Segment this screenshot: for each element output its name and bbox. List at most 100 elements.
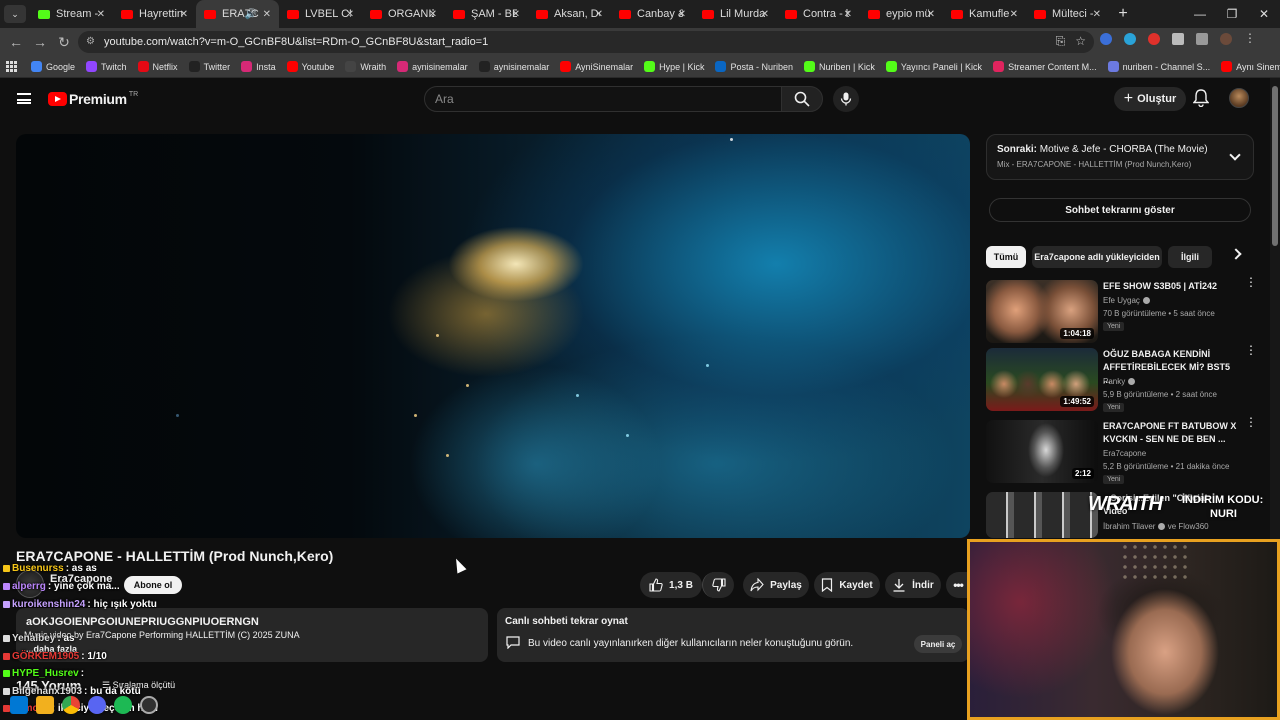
- bookmark-item[interactable]: aynisinemalar: [397, 61, 468, 72]
- menu-icon[interactable]: [17, 93, 31, 104]
- site-info-icon[interactable]: ⚙: [86, 36, 98, 48]
- recommended-video[interactable]: 2:12 ERA7CAPONE FT BATUBOW X KVCKIN - SE…: [986, 416, 1266, 486]
- close-tab-icon[interactable]: ✕: [595, 9, 603, 20]
- video-player[interactable]: [16, 134, 970, 538]
- bookmark-star-icon[interactable]: ☆: [1075, 34, 1086, 49]
- forward-button[interactable]: →: [28, 34, 52, 50]
- search-input[interactable]: Ara: [424, 86, 782, 112]
- browser-tab[interactable]: Hayrettin ✕: [113, 0, 196, 28]
- save-button[interactable]: Kaydet: [814, 572, 880, 598]
- show-chat-replay-button[interactable]: Sohbet tekrarını göster: [989, 198, 1251, 222]
- subscribe-button[interactable]: Abone ol: [124, 576, 182, 594]
- discord-icon[interactable]: [88, 696, 106, 714]
- chip-uploader[interactable]: Era7capone adlı yükleyiciden: [1032, 246, 1162, 268]
- bookmark-item[interactable]: Yayıncı Paneli | Kick: [885, 61, 982, 72]
- extension-shield-icon[interactable]: [1100, 33, 1112, 45]
- bookmark-item[interactable]: Youtube: [286, 61, 334, 72]
- close-tab-icon[interactable]: ✕: [678, 9, 686, 20]
- close-tab-icon[interactable]: ✕: [1093, 9, 1101, 20]
- recommended-video[interactable]: 1:04:18 EFE SHOW S3B05 | ATİ242 Efe Uyga…: [986, 276, 1266, 346]
- close-tab-icon[interactable]: ✕: [761, 9, 769, 20]
- file-explorer-icon[interactable]: [36, 696, 54, 714]
- new-tab-button[interactable]: +: [1109, 5, 1137, 23]
- bookmark-item[interactable]: Nuriben | Kick: [803, 61, 875, 72]
- bookmark-item[interactable]: Streamer Content M...: [993, 61, 1097, 72]
- scrollbar-thumb[interactable]: [1272, 86, 1278, 246]
- bookmark-item[interactable]: Wraith: [345, 61, 386, 72]
- download-button[interactable]: İndir: [885, 572, 941, 598]
- like-button[interactable]: 1,3 B: [640, 572, 702, 598]
- url-bar[interactable]: ⚙ youtube.com/watch?v=m-O_GCnBF8U&list=R…: [78, 31, 1094, 53]
- video-thumbnail[interactable]: 1:04:18: [986, 280, 1098, 343]
- browser-tab[interactable]: Mülteci - ✕: [1026, 0, 1109, 28]
- dislike-button[interactable]: [702, 572, 734, 598]
- bookmark-item[interactable]: Twitter: [188, 61, 230, 72]
- youtube-premium-logo[interactable]: Premium TR: [48, 91, 138, 107]
- close-tab-icon[interactable]: ✕: [429, 9, 437, 20]
- spotify-icon[interactable]: [114, 696, 132, 714]
- browser-tab[interactable]: Aksan, Der✕: [528, 0, 611, 28]
- close-tab-icon[interactable]: ✕: [1010, 9, 1018, 20]
- browser-tab[interactable]: Contra - b ✕: [777, 0, 860, 28]
- video-thumbnail[interactable]: 2:12: [986, 420, 1098, 483]
- close-tab-icon[interactable]: ✕: [844, 9, 852, 20]
- tab-search-button[interactable]: ⌄: [4, 5, 26, 23]
- browser-tab[interactable]: Canbay & ✕: [611, 0, 694, 28]
- obs-icon[interactable]: [140, 696, 158, 714]
- bookmark-item[interactable]: Insta: [241, 61, 276, 72]
- browser-tab[interactable]: LVBEL C5 ✕: [279, 0, 362, 28]
- close-window-button[interactable]: ✕: [1248, 0, 1280, 28]
- close-tab-icon[interactable]: ✕: [927, 9, 935, 20]
- chevron-down-icon[interactable]: [1229, 149, 1241, 161]
- extension-record-icon[interactable]: [1148, 33, 1160, 45]
- browser-tab[interactable]: eypio mü ✕: [860, 0, 943, 28]
- voice-search-button[interactable]: [833, 86, 859, 112]
- more-vertical-icon[interactable]: ⋮: [1245, 344, 1257, 356]
- bookmark-item[interactable]: Hype | Kick: [644, 61, 704, 72]
- browser-tab[interactable]: ORGANIZE✕: [362, 0, 445, 28]
- media-control-icon[interactable]: [1196, 33, 1208, 45]
- bookmark-item[interactable]: aynisinemalar: [478, 61, 549, 72]
- extensions-puzzle-icon[interactable]: [1172, 33, 1184, 45]
- minimize-button[interactable]: —: [1184, 0, 1216, 28]
- browser-tab[interactable]: ERA7C 🔊 ✕: [196, 0, 279, 28]
- more-vertical-icon[interactable]: ⋮: [1245, 276, 1257, 288]
- chip-all[interactable]: Tümü: [986, 246, 1026, 268]
- more-vertical-icon[interactable]: ⋮: [1245, 416, 1257, 428]
- close-tab-icon[interactable]: ✕: [512, 9, 520, 20]
- browser-tab[interactable]: Stream - K✕: [30, 0, 113, 28]
- reload-button[interactable]: ↻: [52, 34, 76, 51]
- tab-audio-icon[interactable]: 🔊: [245, 9, 257, 20]
- recommended-video[interactable]: 1:49:52 OĞUZ BABAGA KENDİNİ AFFETİREBİLE…: [986, 344, 1266, 414]
- chevron-right-icon[interactable]: [1230, 248, 1242, 260]
- bookmark-item[interactable]: Google: [31, 61, 75, 72]
- bookmark-item[interactable]: nuriben - Channel S...: [1107, 61, 1210, 72]
- browser-tab[interactable]: Kamufle - ✕: [943, 0, 1026, 28]
- account-avatar[interactable]: [1229, 88, 1249, 108]
- bookmark-item[interactable]: Twitch: [86, 61, 127, 72]
- close-tab-icon[interactable]: ✕: [263, 9, 271, 20]
- close-tab-icon[interactable]: ✕: [180, 9, 188, 20]
- browser-tab[interactable]: ŞAM - BEN✕: [445, 0, 528, 28]
- close-tab-icon[interactable]: ✕: [97, 9, 105, 20]
- search-button[interactable]: [781, 86, 823, 112]
- chip-related[interactable]: İlgili: [1168, 246, 1212, 268]
- video-thumbnail[interactable]: 1:49:52: [986, 348, 1098, 411]
- bookmark-item[interactable]: Aynı Sinemalar - Ça...: [1221, 61, 1280, 72]
- share-button[interactable]: Paylaş: [743, 572, 809, 598]
- bookmark-item[interactable]: AyniSinemalar: [560, 61, 633, 72]
- maximize-button[interactable]: ❐: [1216, 0, 1248, 28]
- back-button[interactable]: ←: [4, 34, 28, 50]
- bookmark-item[interactable]: Netflix: [137, 61, 178, 72]
- browser-menu-icon[interactable]: ⋮: [1244, 32, 1256, 45]
- browser-tab[interactable]: Lil Murda ✕: [694, 0, 777, 28]
- apps-grid-icon[interactable]: [6, 60, 17, 73]
- up-next-panel[interactable]: Sonraki: Motive & Jefe - CHORBA (The Mov…: [986, 134, 1254, 180]
- bookmark-item[interactable]: Posta - Nuriben: [715, 61, 793, 72]
- open-panel-button[interactable]: Paneli aç: [914, 635, 962, 653]
- create-button[interactable]: + Oluştur: [1114, 87, 1186, 111]
- notifications-bell-icon[interactable]: [1193, 89, 1209, 107]
- close-tab-icon[interactable]: ✕: [346, 9, 354, 20]
- chrome-icon[interactable]: [62, 696, 80, 714]
- install-app-icon[interactable]: ⎘: [1056, 34, 1066, 49]
